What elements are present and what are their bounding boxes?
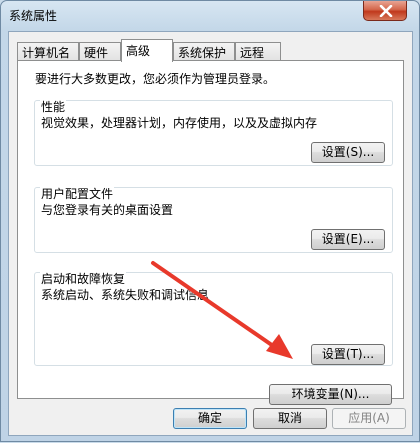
advanced-tab-panel: 要进行大多数更改，您必须作为管理员登录。 性能 视觉效果，处理器计划，内存使用，… (17, 60, 404, 405)
user-profiles-settings-button[interactable]: 设置(E)... (311, 229, 385, 250)
tab-computer-name[interactable]: 计算机名 (17, 42, 79, 60)
close-icon (379, 5, 393, 17)
tab-system-protection[interactable]: 系统保护 (173, 42, 235, 60)
tab-advanced[interactable]: 高级 (121, 39, 173, 62)
tab-remote[interactable]: 远程 (235, 42, 281, 60)
performance-settings-button[interactable]: 设置(S)... (311, 142, 385, 163)
startup-recovery-settings-button[interactable]: 设置(T)... (311, 344, 385, 365)
ok-button[interactable]: 确定 (173, 408, 247, 429)
tab-hardware[interactable]: 硬件 (79, 42, 121, 60)
system-properties-window: 系统属性 计算机名 硬件 高级 系统保护 远程 要进行大多数更改，您必须作为管理… (0, 0, 420, 442)
startup-recovery-group: 启动和故障恢复 系统启动、系统失败和调试信息 设置(T)... (34, 270, 393, 366)
startup-recovery-description: 系统启动、系统失败和调试信息 (41, 288, 210, 302)
apply-button[interactable]: 应用(A) (332, 408, 406, 429)
window-title: 系统属性 (9, 9, 58, 23)
user-profiles-title: 用户配置文件 (40, 185, 115, 202)
user-profiles-description: 与您登录有关的桌面设置 (41, 203, 174, 217)
performance-description: 视觉效果，处理器计划，内存使用，以及及虚拟内存 (41, 116, 318, 130)
performance-group: 性能 视觉效果，处理器计划，内存使用，以及及虚拟内存 设置(S)... (34, 98, 393, 166)
performance-title: 性能 (40, 98, 67, 115)
user-profiles-group: 用户配置文件 与您登录有关的桌面设置 设置(E)... (34, 185, 393, 253)
dialog-client-area: 计算机名 硬件 高级 系统保护 远程 要进行大多数更改，您必须作为管理员登录。 … (8, 31, 413, 436)
title-bar[interactable]: 系统属性 (1, 1, 419, 31)
environment-variables-button[interactable]: 环境变量(N)... (269, 384, 392, 405)
admin-notice: 要进行大多数更改，您必须作为管理员登录。 (35, 72, 276, 86)
cancel-button[interactable]: 取消 (253, 408, 327, 429)
startup-recovery-title: 启动和故障恢复 (40, 270, 127, 287)
close-button[interactable] (363, 1, 407, 21)
